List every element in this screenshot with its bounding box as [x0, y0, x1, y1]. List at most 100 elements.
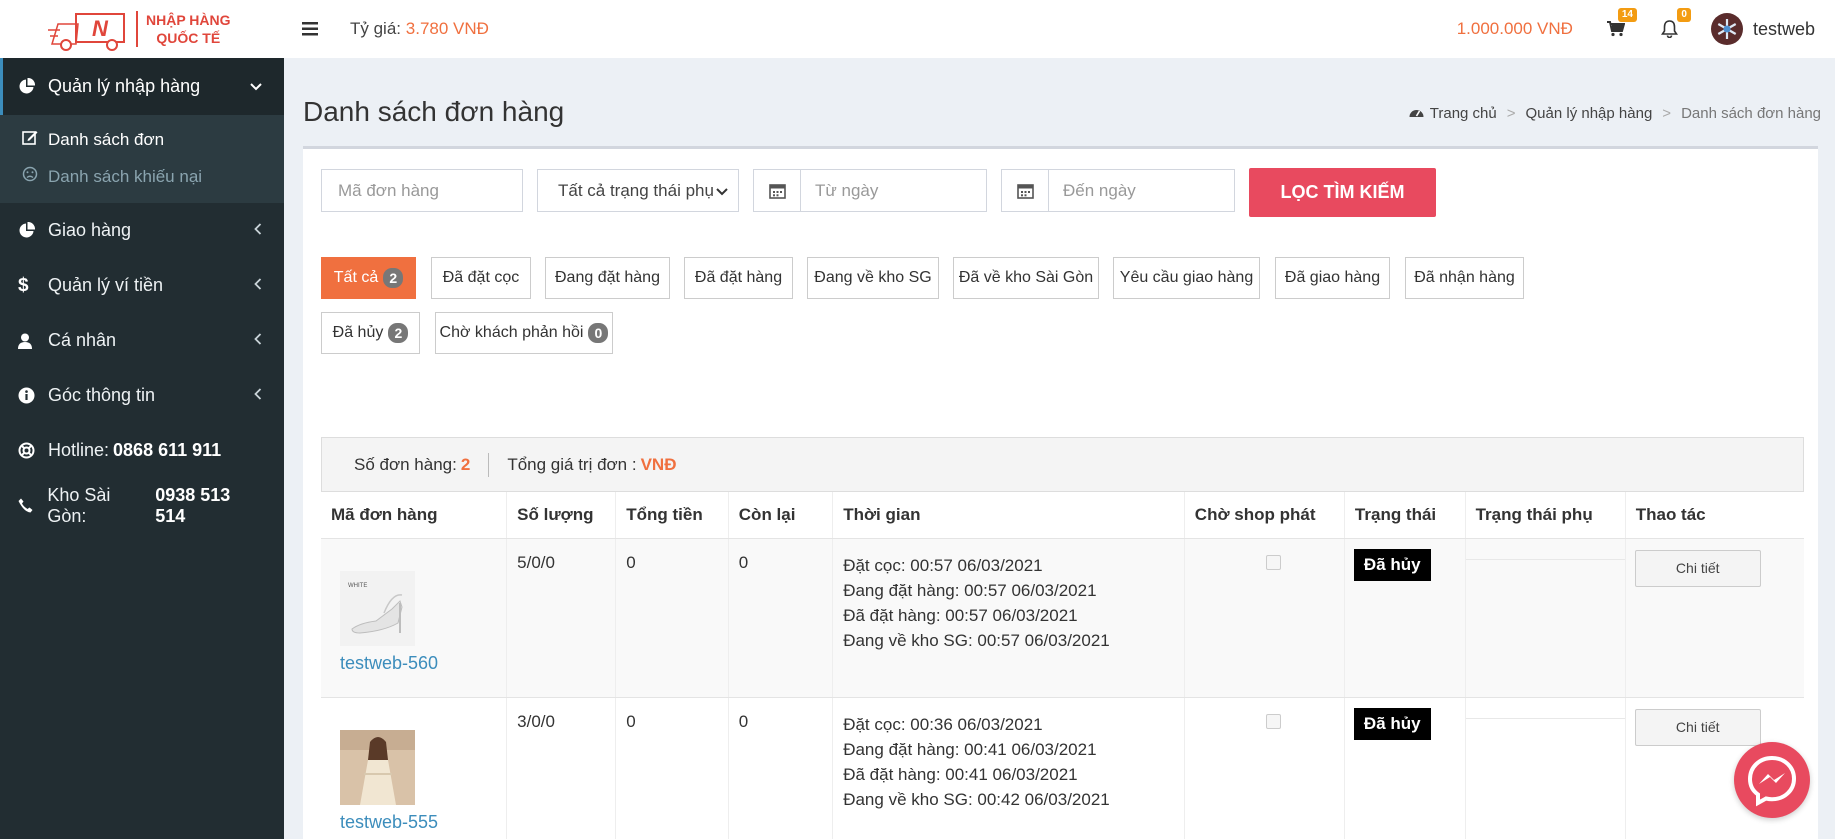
tab-label: Đã nhận hàng: [1414, 269, 1515, 286]
awaiting-shop-cell: [1183, 697, 1345, 839]
tab-ordering[interactable]: Đang đặt hàng: [545, 257, 670, 299]
tab-received[interactable]: Đã nhận hàng: [1405, 257, 1524, 299]
awaiting-shop-checkbox[interactable]: [1265, 554, 1281, 570]
sidebar-item-info-corner[interactable]: Góc thông tin: [0, 368, 284, 423]
time-ordered: Đã đặt hàng: 00:57 06/03/2021: [843, 605, 1078, 625]
tab-count-badge: 0: [588, 323, 609, 343]
chevron-left-icon: [254, 388, 262, 403]
tab-deposited[interactable]: Đã đặt cọc: [431, 257, 531, 299]
tab-label: Đã giao hàng: [1284, 269, 1381, 286]
sub-status-select[interactable]: Tất cả trạng thái phụ: [537, 169, 739, 212]
sidebar: Quản lý nhập hàng Danh sách đơn Danh sác…: [0, 58, 284, 839]
status-cell: Đã hủy: [1343, 538, 1466, 698]
main-content: Danh sách đơn hàng Trang chủ > Quản lý n…: [284, 58, 1835, 839]
col-awaiting-shop: Chờ shop phát: [1183, 492, 1345, 539]
sidebar-subitem-order-list[interactable]: Danh sách đơn: [0, 121, 284, 158]
tab-ordered[interactable]: Đã đặt hàng: [684, 257, 793, 299]
top-header: N NHẬP HÀNG QUỐC TẾ Tỷ giá: 3.780 VNĐ 1.…: [0, 0, 1835, 58]
hamburger-icon: [302, 22, 318, 36]
breadcrumb-separator: >: [1662, 105, 1672, 122]
total-value-label: Tổng giá trị đơn :: [507, 454, 637, 474]
logo[interactable]: N NHẬP HÀNG QUỐC TẾ: [0, 0, 284, 58]
tab-delivery-requested[interactable]: Yêu cầu giao hàng: [1113, 257, 1260, 299]
col-sub-status: Trạng thái phụ: [1464, 492, 1626, 539]
col-total: Tổng tiền: [615, 492, 729, 539]
user-avatar[interactable]: [1710, 13, 1743, 45]
sidebar-item-label: Giao hàng: [48, 220, 132, 240]
info-icon: [18, 387, 40, 404]
tab-arrived-sg-warehouse[interactable]: Đã về kho Sài Gòn: [953, 257, 1099, 299]
tab-coming-to-sg-warehouse[interactable]: Đang về kho SG: [807, 257, 939, 299]
filter-search-button[interactable]: LỌC TÌM KIẾM: [1249, 168, 1436, 217]
tab-all[interactable]: Tất cả 2: [321, 257, 416, 299]
sidebar-item-import-management[interactable]: Quản lý nhập hàng: [0, 58, 284, 115]
phone-icon: [18, 498, 39, 513]
order-code-input[interactable]: Mã đơn hàng: [321, 169, 523, 212]
order-code-placeholder: Mã đơn hàng: [338, 180, 439, 200]
detail-button[interactable]: Chi tiết: [1634, 549, 1761, 587]
time-to-warehouse: Đang về kho SG: 00:42 06/03/2021: [843, 789, 1110, 809]
sidebar-item-wallet[interactable]: $ Quản lý ví tiền: [0, 258, 284, 313]
detail-button[interactable]: Chi tiết: [1634, 708, 1761, 746]
orders-table: Mã đơn hàng Số lượng Tổng tiền Còn lại T…: [321, 492, 1804, 839]
actions-cell: Chi tiết: [1624, 538, 1804, 698]
breadcrumb-current: Danh sách đơn hàng: [1681, 105, 1821, 122]
sub-status-selected: Tất cả trạng thái phụ: [558, 180, 714, 200]
breadcrumb-home[interactable]: Trang chủ: [1430, 105, 1497, 122]
tab-label: Tất cả: [333, 269, 379, 286]
notification-count-badge: 0: [1677, 8, 1691, 22]
awaiting-shop-checkbox[interactable]: [1265, 713, 1281, 729]
calendar-icon: [754, 170, 801, 211]
product-thumbnail-dress: [340, 729, 415, 805]
tab-cancelled[interactable]: Đã hủy 2: [321, 312, 420, 354]
filter-bar: Mã đơn hàng Tất cả trạng thái phụ Từ ngà…: [321, 168, 1436, 217]
bell-icon: [1661, 20, 1679, 38]
sidebar-subitem-label: Danh sách khiếu nại: [48, 166, 203, 186]
tab-label: Đã đặt cọc: [442, 269, 520, 286]
status-badge: Đã hủy: [1353, 707, 1431, 740]
sidebar-hotline: Hotline: 0868 611 911: [0, 423, 284, 478]
product-thumbnail-shoe: WHITE: [340, 570, 415, 646]
tab-label: Đã hủy: [332, 324, 384, 341]
username[interactable]: testweb: [1753, 19, 1815, 40]
sidebar-item-personal[interactable]: Cá nhân: [0, 313, 284, 368]
order-code-link[interactable]: testweb-560: [340, 653, 438, 674]
messenger-chat-button[interactable]: [1734, 742, 1810, 818]
notifications-button[interactable]: 0: [1657, 8, 1691, 42]
menu-toggle-button[interactable]: [302, 16, 330, 42]
sub-status-divider: [1465, 717, 1625, 719]
from-date-input[interactable]: Từ ngày: [753, 169, 987, 212]
logo-line1: NHẬP HÀNG: [146, 12, 231, 28]
sub-status-divider: [1465, 558, 1625, 560]
cart-icon: [1606, 21, 1625, 37]
order-code-link[interactable]: testweb-555: [340, 812, 438, 833]
calendar-icon: [1002, 170, 1049, 211]
chevron-left-icon: [254, 223, 262, 238]
total-value-amount: VNĐ: [640, 454, 677, 474]
order-count-value: 2: [460, 454, 471, 474]
order-code-cell: WHITE testweb-560: [321, 538, 507, 698]
table-row: testweb-555 3/0/0 0 0 Đặt cọc: 00:36 06/…: [321, 697, 1804, 839]
wallet-balance[interactable]: 1.000.000 VNĐ: [1457, 19, 1573, 39]
col-quantity: Số lượng: [506, 492, 616, 539]
time-deposit: Đặt cọc: 00:57 06/03/2021: [843, 555, 1043, 575]
cart-button[interactable]: 14: [1603, 8, 1637, 42]
tab-delivered[interactable]: Đã giao hàng: [1275, 257, 1390, 299]
total-cell: 0: [615, 538, 729, 698]
edit-icon: [22, 129, 42, 150]
order-code-cell: testweb-555: [321, 697, 507, 839]
svg-text:N: N: [92, 16, 109, 41]
tab-awaiting-customer-reply[interactable]: Chờ khách phản hồi 0: [435, 312, 613, 354]
breadcrumb-separator: >: [1506, 105, 1516, 122]
time-ordering: Đang đặt hàng: 00:41 06/03/2021: [843, 739, 1097, 759]
hotline-number: 0868 611 911: [113, 440, 222, 460]
breadcrumb-import-management[interactable]: Quản lý nhập hàng: [1526, 105, 1653, 122]
pie-chart-icon: [18, 222, 40, 239]
to-date-input[interactable]: Đến ngày: [1001, 169, 1235, 212]
exchange-rate-value: 3.780 VNĐ: [405, 19, 489, 38]
col-actions: Thao tác: [1624, 492, 1804, 539]
sidebar-item-delivery[interactable]: Giao hàng: [0, 203, 284, 258]
sidebar-subitem-complaint-list[interactable]: Danh sách khiếu nại: [0, 158, 284, 195]
warehouse-label: Kho Sài Gòn:: [47, 484, 111, 526]
logo-line2: QUỐC TẾ: [156, 30, 221, 46]
